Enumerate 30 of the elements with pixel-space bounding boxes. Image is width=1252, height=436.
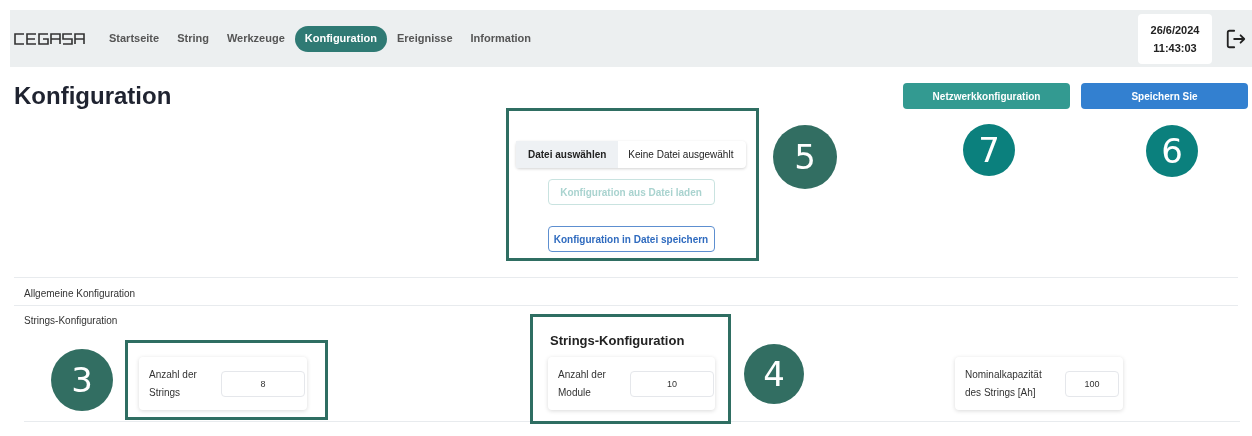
field-label: Nominalkapazität des Strings [Ah] — [965, 367, 1043, 400]
save-button[interactable]: Speichern Sie — [1081, 83, 1248, 109]
nav-tab[interactable]: Startseite — [101, 25, 168, 52]
annotation-badge: 7 — [963, 124, 1015, 176]
logout-icon[interactable] — [1225, 27, 1247, 50]
section-label[interactable]: Allgemeine Konfiguration — [24, 286, 136, 304]
annotation-badge: 4 — [744, 344, 804, 404]
field-label: Anzahl der Strings — [149, 367, 198, 400]
nav-tab[interactable]: Ereignisse — [388, 25, 461, 52]
input-field[interactable]: 100 — [1065, 370, 1119, 397]
nav-tab[interactable]: Werkzeuge — [218, 25, 293, 52]
network-config-button[interactable]: Netzwerkkonfiguration — [903, 83, 1070, 109]
field-label: Anzahl der Module — [558, 367, 607, 400]
section-label[interactable]: Strings-Konfiguration — [24, 313, 118, 328]
choose-file-button[interactable]: Datei auswählen — [516, 141, 619, 168]
section-heading: Strings-Konfiguration — [550, 332, 685, 350]
time-text: 11:43:03 — [1153, 40, 1197, 56]
save-config-button[interactable]: Konfiguration in Datei speichern — [547, 226, 715, 252]
input-field[interactable]: 10 — [630, 370, 714, 397]
annotation-badge: 6 — [1146, 125, 1198, 177]
file-status: Keine Datei ausgewählt — [627, 148, 735, 162]
nav-tab[interactable]: Konfiguration — [294, 25, 387, 52]
input-field[interactable]: 8 — [221, 370, 305, 397]
nav-tab[interactable]: Information — [462, 25, 540, 52]
annotation-badge: 3 — [51, 349, 113, 411]
file-input[interactable]: Datei auswählen Keine Datei ausgewählt — [516, 141, 746, 168]
page-title: Konfiguration — [14, 81, 172, 111]
annotation-badge: 5 — [773, 125, 837, 189]
nav-tab[interactable]: String — [169, 25, 217, 52]
date-text: 26/6/2024 — [1150, 22, 1200, 38]
